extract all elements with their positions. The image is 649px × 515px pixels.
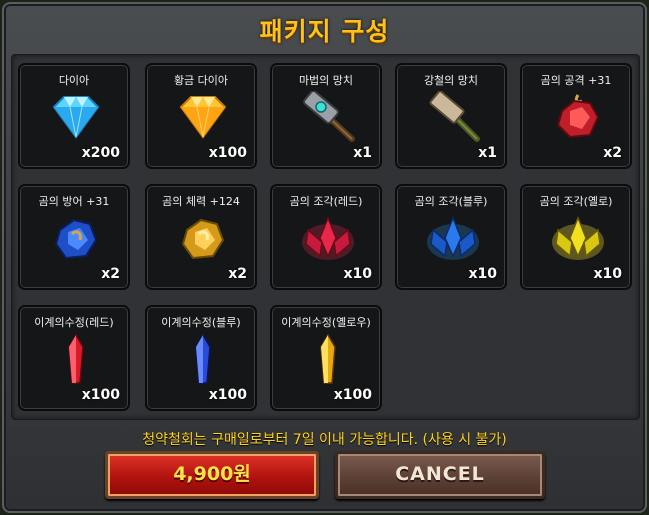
diamond-gold-icon [179, 96, 227, 139]
item-grid: 다이아 x200 황금 다이아 x100 마법의 망치 x1 강철의 망치 x1… [11, 54, 640, 420]
bear-health-icon [181, 218, 225, 260]
item-slot-red-shard[interactable]: 곰의 조각(레드) x10 [270, 184, 382, 290]
item-name: 곰의 공격 +31 [540, 74, 612, 87]
item-name: 곰의 조각(옐로) [539, 195, 613, 208]
cancel-button[interactable]: CANCEL [335, 451, 545, 499]
item-slot-bear-health[interactable]: 곰의 체력 +124 x2 [145, 184, 257, 290]
item-quantity: x1 [478, 145, 497, 161]
item-slot-steel-hammer[interactable]: 강철의 망치 x1 [395, 63, 507, 169]
item-quantity: x10 [593, 266, 622, 282]
item-quantity: x100 [208, 387, 247, 403]
bear-defense-icon [54, 218, 98, 260]
item-quantity: x100 [208, 145, 247, 161]
purchase-button[interactable]: 4,900원 [105, 451, 319, 499]
item-quantity: x10 [343, 266, 372, 282]
item-name: 이계의수정(블루) [161, 316, 241, 329]
item-name: 곰의 조각(레드) [289, 195, 363, 208]
item-slot-yellow-crystal[interactable]: 이계의수정(옐로우) x100 [270, 305, 382, 411]
refund-notice: 청약철회는 구매일로부터 7일 이내 가능합니다. (사용 시 불가) [142, 432, 507, 448]
item-quantity: x100 [333, 387, 372, 403]
item-slot-diamond[interactable]: 다이아 x200 [18, 63, 130, 169]
dialog-title: 패키지 구성 [259, 17, 390, 46]
item-name: 황금 다이아 [173, 74, 229, 87]
item-quantity: x10 [468, 266, 497, 282]
yellow-shard-icon [552, 215, 604, 260]
item-name: 마법의 망치 [298, 74, 354, 87]
item-slot-bear-attack[interactable]: 곰의 공격 +31 x2 [520, 63, 632, 169]
item-name: 곰의 방어 +31 [38, 195, 110, 208]
item-quantity: x2 [101, 266, 120, 282]
magic-hammer-icon [303, 91, 355, 142]
item-slot-blue-shard[interactable]: 곰의 조각(블루) x10 [395, 184, 507, 290]
item-name: 곰의 조각(블루) [414, 195, 488, 208]
item-name: 곰의 체력 +124 [162, 195, 240, 208]
blue-shard-icon [427, 215, 479, 260]
item-slot-blue-crystal[interactable]: 이계의수정(블루) x100 [145, 305, 257, 411]
yellow-crystal-icon [320, 333, 336, 384]
item-name: 이계의수정(옐로우) [281, 316, 371, 329]
red-shard-icon [302, 215, 354, 260]
diamond-blue-icon [52, 96, 100, 139]
item-quantity: x2 [228, 266, 247, 282]
red-crystal-icon [68, 333, 84, 384]
bear-attack-icon [556, 94, 600, 139]
item-quantity: x100 [81, 387, 120, 403]
item-slot-gold-diamond[interactable]: 황금 다이아 x100 [145, 63, 257, 169]
item-name: 이계의수정(레드) [34, 316, 114, 329]
item-slot-magic-hammer[interactable]: 마법의 망치 x1 [270, 63, 382, 169]
blue-crystal-icon [195, 333, 211, 384]
item-name: 다이아 [58, 74, 90, 87]
item-slot-red-crystal[interactable]: 이계의수정(레드) x100 [18, 305, 130, 411]
item-slot-bear-defense[interactable]: 곰의 방어 +31 x2 [18, 184, 130, 290]
item-quantity: x1 [353, 145, 372, 161]
item-quantity: x2 [603, 145, 622, 161]
steel-hammer-icon [429, 91, 480, 142]
item-name: 강철의 망치 [423, 74, 479, 87]
item-quantity: x200 [81, 145, 120, 161]
item-slot-yellow-shard[interactable]: 곰의 조각(옐로) x10 [520, 184, 632, 290]
